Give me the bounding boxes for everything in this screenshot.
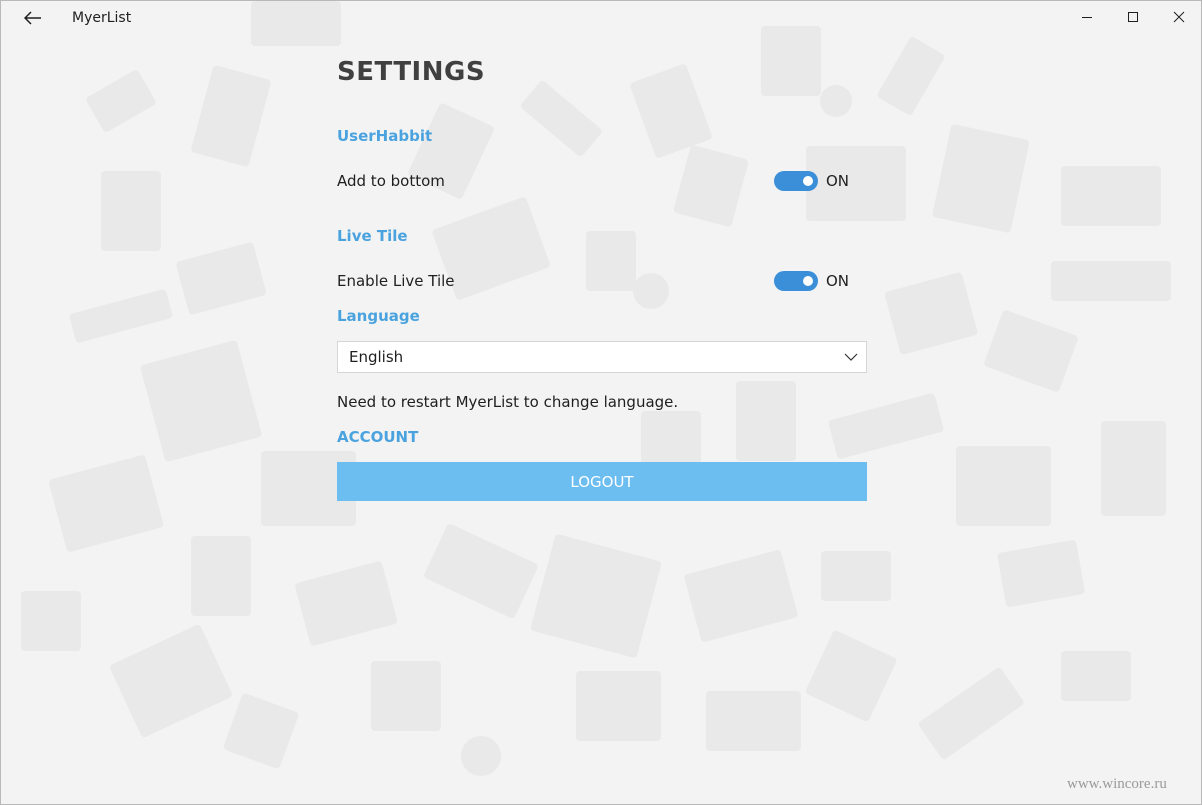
page-title: SETTINGS [337, 57, 486, 87]
minimize-icon [1082, 17, 1092, 18]
app-window: MyerList SETTINGS UserHabbit Add to bott… [0, 0, 1202, 805]
toggle-knob [803, 176, 813, 186]
arrow-left-icon [24, 11, 41, 25]
title-bar: MyerList [1, 1, 1201, 35]
restart-note: Need to restart MyerList to change langu… [337, 393, 679, 411]
close-button[interactable] [1156, 1, 1201, 33]
add-to-bottom-label: Add to bottom [337, 172, 445, 190]
maximize-button[interactable] [1110, 1, 1156, 33]
enable-live-tile-label: Enable Live Tile [337, 272, 455, 290]
section-header-account: ACCOUNT [337, 428, 419, 446]
maximize-icon [1128, 12, 1138, 22]
back-button[interactable] [13, 3, 53, 33]
logout-button[interactable]: LOGOUT [337, 462, 867, 501]
language-selected-value: English [349, 348, 404, 366]
section-header-language: Language [337, 307, 420, 325]
section-header-live-tile: Live Tile [337, 227, 408, 245]
language-dropdown[interactable]: English [337, 341, 867, 373]
add-to-bottom-toggle[interactable] [774, 171, 818, 191]
minimize-button[interactable] [1064, 1, 1110, 33]
app-title: MyerList [72, 10, 132, 26]
watermark: www.wincore.ru [1067, 776, 1167, 792]
enable-live-tile-state: ON [826, 272, 850, 290]
close-icon [1173, 11, 1185, 23]
chevron-down-icon [844, 353, 858, 361]
add-to-bottom-state: ON [826, 172, 850, 190]
section-header-userhabbit: UserHabbit [337, 127, 433, 145]
enable-live-tile-toggle[interactable] [774, 271, 818, 291]
toggle-knob [803, 276, 813, 286]
